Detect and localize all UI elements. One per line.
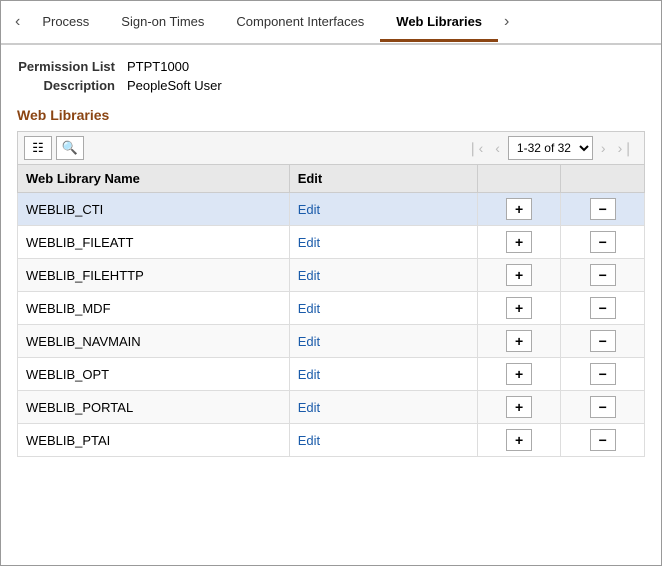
- add-row-button[interactable]: +: [506, 330, 532, 352]
- edit-cell: Edit: [289, 259, 477, 292]
- description-row: Description PeopleSoft User: [17, 78, 645, 93]
- add-cell: +: [477, 358, 561, 391]
- search-icon: 🔍: [62, 140, 78, 156]
- add-row-button[interactable]: +: [506, 264, 532, 286]
- remove-cell: −: [561, 292, 645, 325]
- table-row: WEBLIB_OPT Edit + −: [18, 358, 645, 391]
- tab-web-libraries[interactable]: Web Libraries: [380, 4, 498, 42]
- remove-row-button[interactable]: −: [590, 330, 616, 352]
- add-row-button[interactable]: +: [506, 429, 532, 451]
- remove-row-button[interactable]: −: [590, 198, 616, 220]
- web-library-name: WEBLIB_MDF: [18, 292, 290, 325]
- grid-view-button[interactable]: ☷: [24, 136, 52, 160]
- edit-link[interactable]: Edit: [298, 433, 320, 448]
- web-library-name: WEBLIB_CTI: [18, 193, 290, 226]
- add-cell: +: [477, 259, 561, 292]
- remove-row-button[interactable]: −: [590, 363, 616, 385]
- add-cell: +: [477, 391, 561, 424]
- table-row: WEBLIB_MDF Edit + −: [18, 292, 645, 325]
- edit-cell: Edit: [289, 358, 477, 391]
- edit-cell: Edit: [289, 325, 477, 358]
- edit-link[interactable]: Edit: [298, 334, 320, 349]
- table-row: WEBLIB_PORTAL Edit + −: [18, 391, 645, 424]
- web-library-name: WEBLIB_NAVMAIN: [18, 325, 290, 358]
- web-library-name: WEBLIB_FILEATT: [18, 226, 290, 259]
- next-page-button[interactable]: ›: [597, 138, 610, 158]
- remove-row-button[interactable]: −: [590, 297, 616, 319]
- col-header-add: [477, 165, 561, 193]
- pagination-area: ❘‹ ‹ 1-32 of 32 › ›❘: [463, 136, 638, 160]
- add-cell: +: [477, 292, 561, 325]
- col-header-edit: Edit: [289, 165, 477, 193]
- section-title: Web Libraries: [17, 107, 645, 123]
- permission-list-label: Permission List: [17, 59, 127, 74]
- prev-page-button[interactable]: ‹: [491, 138, 504, 158]
- tab-component-interfaces[interactable]: Component Interfaces: [220, 4, 380, 42]
- remove-cell: −: [561, 226, 645, 259]
- edit-link[interactable]: Edit: [298, 367, 320, 382]
- col-header-name: Web Library Name: [18, 165, 290, 193]
- tab-bar: ‹ Process Sign-on Times Component Interf…: [1, 1, 661, 45]
- edit-cell: Edit: [289, 193, 477, 226]
- edit-link[interactable]: Edit: [298, 202, 320, 217]
- table-row: WEBLIB_CTI Edit + −: [18, 193, 645, 226]
- edit-cell: Edit: [289, 424, 477, 457]
- remove-cell: −: [561, 391, 645, 424]
- add-row-button[interactable]: +: [506, 231, 532, 253]
- edit-cell: Edit: [289, 391, 477, 424]
- description-value: PeopleSoft User: [127, 78, 222, 93]
- edit-link[interactable]: Edit: [298, 235, 320, 250]
- table-row: WEBLIB_FILEHTTP Edit + −: [18, 259, 645, 292]
- first-page-button[interactable]: ❘‹: [463, 138, 487, 159]
- add-row-button[interactable]: +: [506, 396, 532, 418]
- web-library-name: WEBLIB_PTAI: [18, 424, 290, 457]
- edit-link[interactable]: Edit: [298, 268, 320, 283]
- table-row: WEBLIB_NAVMAIN Edit + −: [18, 325, 645, 358]
- add-cell: +: [477, 424, 561, 457]
- web-library-name: WEBLIB_FILEHTTP: [18, 259, 290, 292]
- edit-cell: Edit: [289, 226, 477, 259]
- remove-row-button[interactable]: −: [590, 264, 616, 286]
- remove-cell: −: [561, 358, 645, 391]
- web-library-name: WEBLIB_OPT: [18, 358, 290, 391]
- remove-cell: −: [561, 193, 645, 226]
- table-row: WEBLIB_PTAI Edit + −: [18, 424, 645, 457]
- remove-cell: −: [561, 325, 645, 358]
- col-header-remove: [561, 165, 645, 193]
- search-button[interactable]: 🔍: [56, 136, 84, 160]
- meta-section: Permission List PTPT1000 Description Peo…: [17, 59, 645, 93]
- tab-signon-times[interactable]: Sign-on Times: [105, 4, 220, 42]
- page-range-select[interactable]: 1-32 of 32: [508, 136, 593, 160]
- description-label: Description: [17, 78, 127, 93]
- add-row-button[interactable]: +: [506, 297, 532, 319]
- remove-cell: −: [561, 424, 645, 457]
- permission-list-value: PTPT1000: [127, 59, 189, 74]
- web-library-name: WEBLIB_PORTAL: [18, 391, 290, 424]
- edit-cell: Edit: [289, 292, 477, 325]
- tab-prev-button[interactable]: ‹: [9, 14, 26, 30]
- remove-row-button[interactable]: −: [590, 396, 616, 418]
- add-cell: +: [477, 226, 561, 259]
- grid-icon: ☷: [32, 140, 44, 156]
- toolbar: ☷ 🔍 ❘‹ ‹ 1-32 of 32 › ›❘: [17, 131, 645, 164]
- table-row: WEBLIB_FILEATT Edit + −: [18, 226, 645, 259]
- remove-row-button[interactable]: −: [590, 231, 616, 253]
- web-libraries-table: Web Library Name Edit WEBLIB_CTIEdit+−WE…: [17, 164, 645, 457]
- remove-row-button[interactable]: −: [590, 429, 616, 451]
- add-row-button[interactable]: +: [506, 363, 532, 385]
- add-row-button[interactable]: +: [506, 198, 532, 220]
- tab-next-button[interactable]: ›: [498, 14, 515, 30]
- remove-cell: −: [561, 259, 645, 292]
- permission-list-row: Permission List PTPT1000: [17, 59, 645, 74]
- last-page-button[interactable]: ›❘: [614, 138, 638, 159]
- tab-process[interactable]: Process: [26, 4, 105, 42]
- edit-link[interactable]: Edit: [298, 400, 320, 415]
- content-area: Permission List PTPT1000 Description Peo…: [1, 45, 661, 471]
- add-cell: +: [477, 325, 561, 358]
- add-cell: +: [477, 193, 561, 226]
- edit-link[interactable]: Edit: [298, 301, 320, 316]
